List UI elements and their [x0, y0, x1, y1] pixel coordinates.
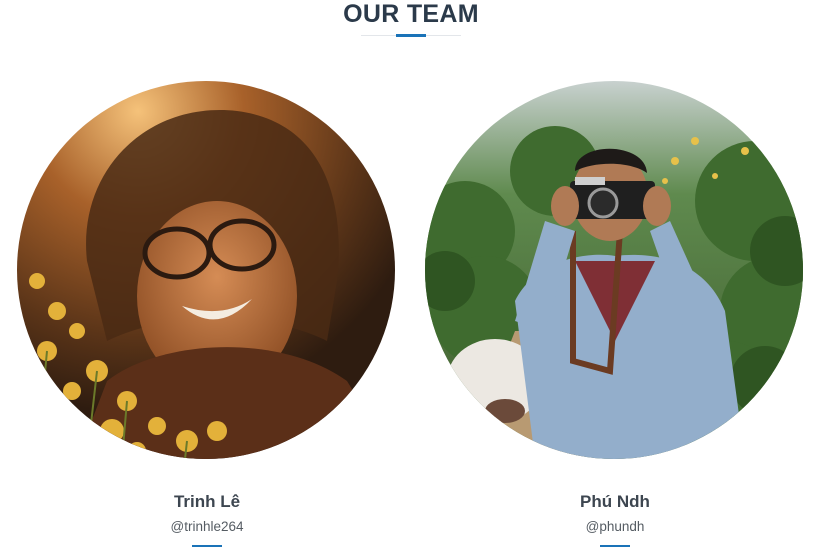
title-accent-bar: [396, 34, 426, 37]
member-name: Trinh Lê: [173, 492, 241, 511]
member-photo: [17, 81, 395, 459]
member-photo: [425, 81, 803, 459]
member-accent-bar: [600, 545, 630, 547]
portrait-man-image: [425, 81, 803, 459]
team-member-card: Phú Ndh @phundh: [425, 0, 805, 557]
member-handle[interactable]: @phundh: [425, 519, 805, 534]
member-name: Phú Ndh: [580, 492, 650, 511]
member-handle[interactable]: @trinhle264: [17, 519, 397, 534]
member-accent-bar: [192, 545, 222, 547]
portrait-woman-image: [17, 81, 395, 459]
team-member-card: Trinh Lê @trinhle264: [17, 0, 397, 557]
